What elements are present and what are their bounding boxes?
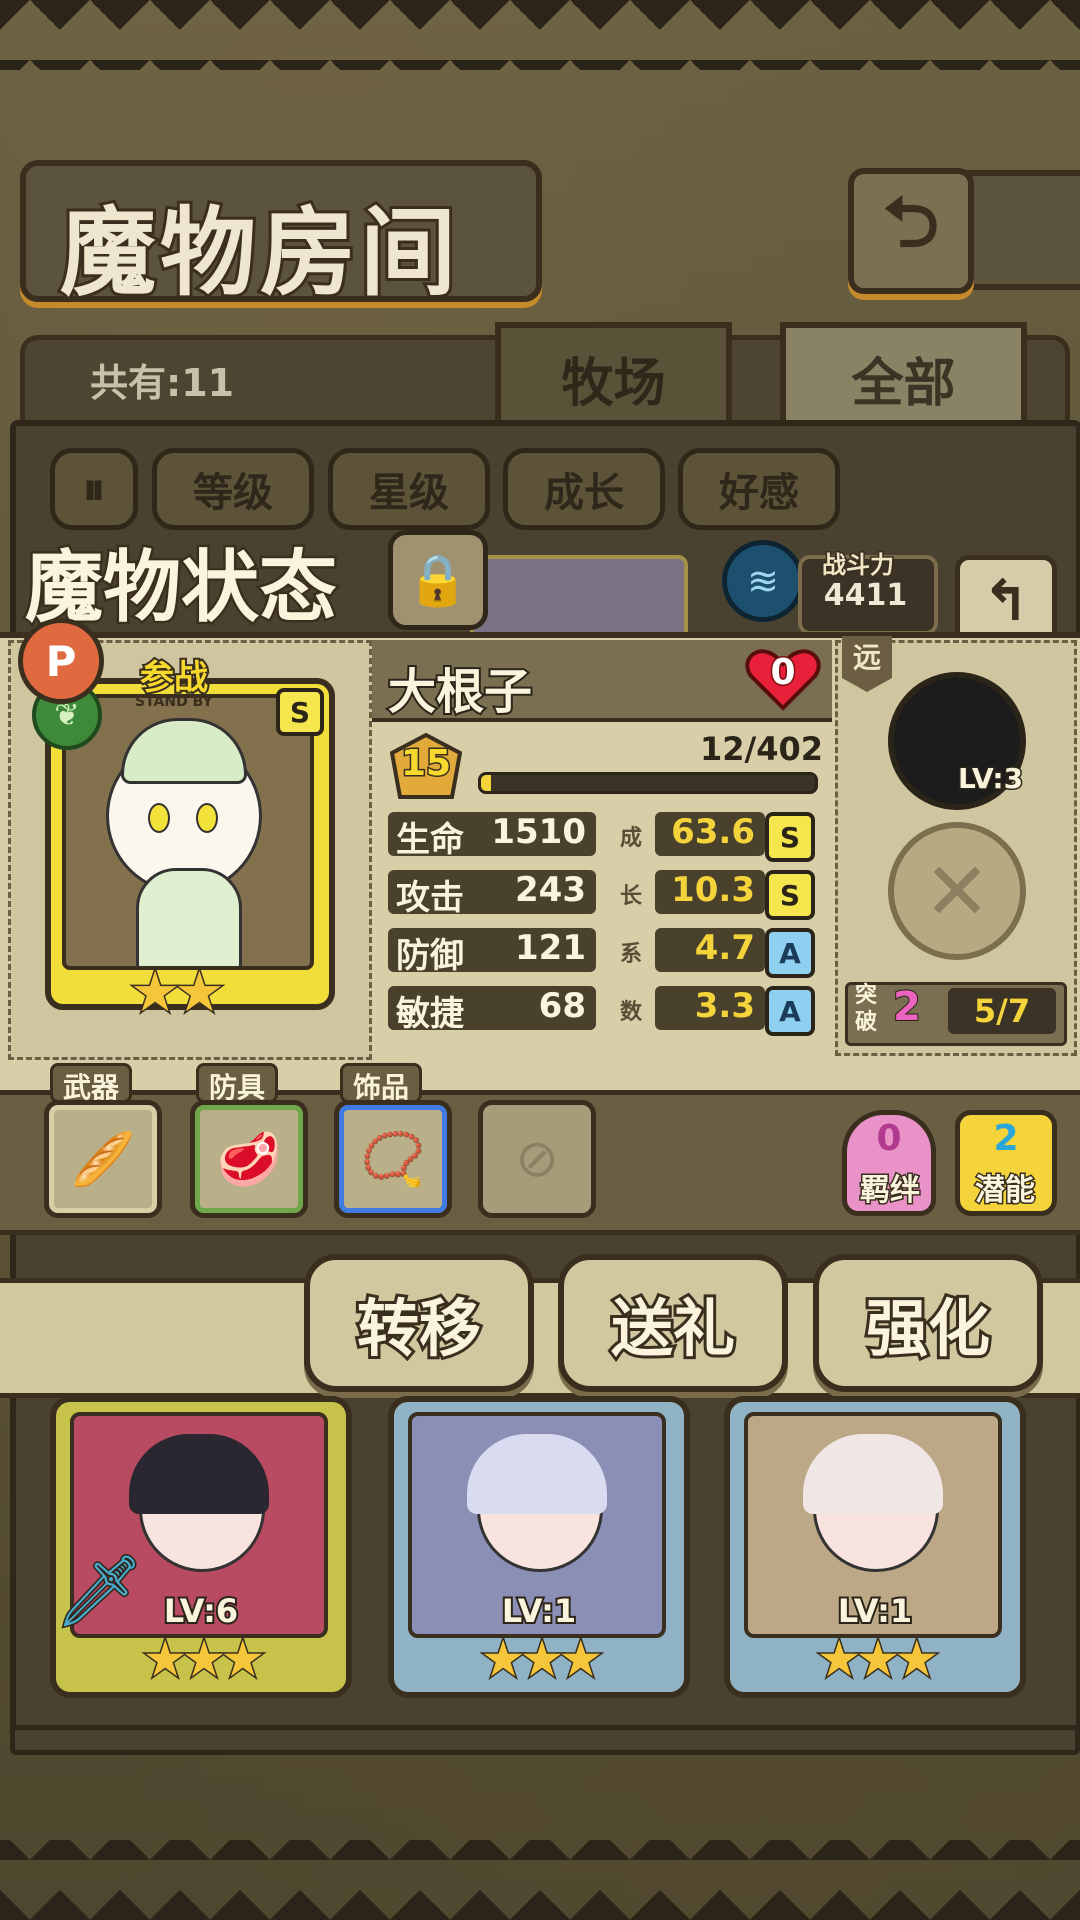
return-icon: ⮌: [882, 180, 940, 263]
back-button-extension: [962, 170, 1080, 290]
sort-level-button[interactable]: 等级: [152, 448, 314, 530]
weapon-label: 武器: [50, 1063, 133, 1104]
growth-value: 63.6: [671, 812, 755, 852]
potential-value: 2: [993, 1118, 1019, 1159]
back-button[interactable]: ⮌: [848, 168, 974, 294]
stat-label: 敏捷: [396, 994, 464, 1034]
water-element-icon: ≋: [722, 540, 804, 622]
locked-slot: ⊘: [478, 1100, 596, 1218]
sort-affinity-button[interactable]: 好感: [678, 448, 840, 530]
bottom-border: [0, 1840, 1080, 1920]
skill-level: LV:3: [956, 761, 1024, 797]
monster-card[interactable]: LV:6 ★★★: [50, 1396, 352, 1698]
stat-label: 攻击: [396, 878, 464, 918]
standby-label: 参战: [138, 656, 210, 700]
card-stars: ★★★: [815, 1629, 940, 1690]
power-label: 战斗力: [821, 550, 896, 581]
growth-caption-char: 成: [620, 826, 643, 851]
card-stars: ★★★: [479, 1629, 604, 1690]
growth-value: 4.7: [694, 928, 755, 968]
card-level: LV:1: [836, 1590, 914, 1632]
forbidden-icon: ⊘: [515, 1129, 559, 1189]
portrait-hat: [121, 718, 247, 784]
growth-caption-char: 数: [620, 1000, 643, 1025]
panel-bottom-frame: [10, 1725, 1080, 1755]
necklace-icon: 📿: [360, 1129, 426, 1190]
stat-label: 防御: [396, 936, 464, 976]
sort-order-toggle[interactable]: ⏸: [50, 448, 138, 530]
bond-label: 羁绊: [859, 1172, 922, 1210]
affection-value: 0: [769, 651, 797, 695]
card-stars: ★★★: [141, 1629, 266, 1690]
power-value: 4411: [823, 578, 908, 613]
armor-label: 防具: [196, 1063, 279, 1104]
top-border: [0, 0, 1080, 70]
stat-value: 121: [515, 928, 586, 968]
accessory-slot[interactable]: 📿: [334, 1100, 452, 1218]
card-hair: [803, 1434, 943, 1514]
grade-badge: S: [765, 812, 815, 862]
accessory-label: 饰品: [340, 1063, 423, 1104]
return-arrow-icon: ↰: [982, 568, 1030, 634]
tab-all[interactable]: 全部: [780, 322, 1027, 434]
card-hair: [129, 1434, 269, 1514]
sort-growth-button[interactable]: 成长: [503, 448, 665, 530]
potential-label: 潜能: [974, 1172, 1037, 1210]
growth-caption-char: 系: [620, 942, 643, 967]
growth-value: 10.3: [671, 870, 755, 910]
transfer-button[interactable]: 转移: [304, 1254, 534, 1392]
bond-value: 0: [876, 1118, 902, 1159]
enhance-button[interactable]: 强化: [813, 1254, 1043, 1392]
growth-caption-char: 长: [620, 884, 643, 909]
card-level: LV:1: [500, 1590, 578, 1632]
sword-icon: 🗡: [54, 1549, 146, 1634]
monster-card[interactable]: LV:1 ★★★: [724, 1396, 1026, 1698]
stat-value: 68: [538, 986, 586, 1026]
portrait-stars: ★★: [128, 959, 225, 1027]
monster-card[interactable]: LV:1 ★★★: [388, 1396, 690, 1698]
stat-value: 243: [515, 870, 586, 910]
grade-badge: S: [765, 870, 815, 920]
background-card: [470, 555, 688, 643]
portrait-body: [136, 868, 242, 966]
rank-badge: S: [276, 688, 324, 736]
exp-text: 12/402: [700, 730, 824, 768]
breakthrough-progress: 5/7: [948, 988, 1056, 1034]
exp-bar: [478, 772, 818, 794]
gift-button[interactable]: 送礼: [558, 1254, 788, 1392]
portrait-eye: [196, 803, 218, 833]
breakthrough-value: 2: [892, 983, 922, 1031]
standby-sub-label: STAND BY: [135, 694, 213, 710]
lock-icon: 🔒: [406, 550, 470, 609]
sort-star-button[interactable]: 星级: [328, 448, 490, 530]
armor-slot[interactable]: 🥩: [190, 1100, 308, 1218]
stat-value: 1510: [491, 812, 586, 852]
weapon-slot[interactable]: 🥖: [44, 1100, 162, 1218]
empty-skill-slot-icon[interactable]: ✕: [888, 822, 1026, 960]
monster-portrait: [62, 694, 314, 970]
monster-name: 大根子: [386, 662, 534, 722]
stat-label: 生命: [396, 820, 464, 860]
card-hair: [467, 1434, 607, 1514]
lock-button[interactable]: 🔒: [388, 530, 488, 630]
meat-icon: 🥩: [216, 1129, 282, 1190]
tab-ranch[interactable]: 牧场: [495, 322, 732, 434]
page-title: 魔物房间: [57, 193, 460, 312]
growth-value: 3.3: [694, 986, 755, 1026]
portrait-eye: [148, 803, 170, 833]
bread-icon: 🥖: [70, 1129, 136, 1190]
level-value: 15: [399, 742, 452, 786]
grade-badge: A: [765, 928, 815, 978]
monster-count: 共有:11: [90, 361, 235, 405]
grade-badge: A: [765, 986, 815, 1036]
p-badge-icon[interactable]: P: [18, 618, 104, 704]
breakthrough-label: 突破: [854, 983, 877, 1035]
exp-bar-fill: [481, 775, 492, 791]
